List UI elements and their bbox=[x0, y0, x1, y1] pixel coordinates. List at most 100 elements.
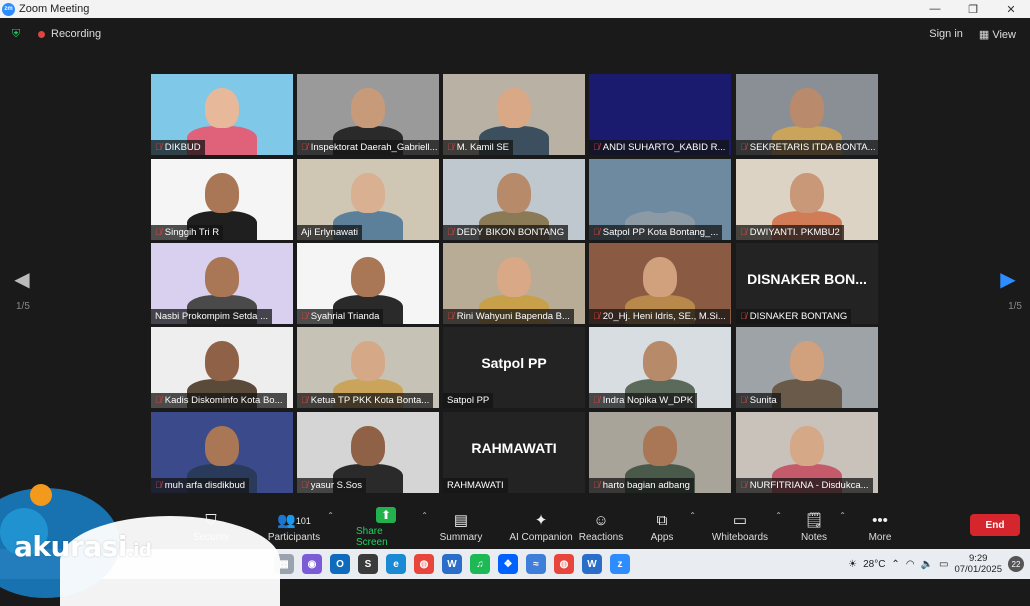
end-meeting-button[interactable]: End bbox=[970, 514, 1020, 536]
word-icon[interactable]: W bbox=[582, 554, 602, 574]
participant-tile[interactable]: 🎙̸ muh arfa disdikbud bbox=[151, 412, 293, 493]
meeting-toolbar: ⛉ Security 👥101 Participants ⌃ ⬆ Share S… bbox=[0, 505, 1030, 549]
participant-tile[interactable]: 🎙̸ Singgih Tri R bbox=[151, 159, 293, 240]
tray-chevron-icon[interactable]: ⌃ bbox=[891, 559, 899, 570]
participant-tile[interactable]: 🎙̸ Ketua TP PKK Kota Bonta... bbox=[297, 327, 439, 408]
participant-tile[interactable]: 🎙̸ DIKBUD bbox=[151, 74, 293, 155]
muted-mic-icon: 🎙̸ bbox=[740, 227, 747, 237]
meeting-top-bar: ⛨ Recording Sign in ▦ View bbox=[0, 18, 1030, 50]
participant-tile[interactable]: RAHMAWATI RAHMAWATI bbox=[443, 412, 585, 493]
participant-tile[interactable]: 🎙̸ Syahrial Trianda bbox=[297, 243, 439, 324]
chevron-up-icon[interactable]: ⌃ bbox=[775, 511, 782, 520]
participant-tile[interactable]: 🎙̸ SEKRETARIS ITDA BONTA... bbox=[736, 74, 878, 155]
whiteboards-button[interactable]: ▭ Whiteboards ⌃ bbox=[710, 505, 782, 549]
copilot-icon[interactable]: ◉ bbox=[302, 554, 322, 574]
summary-button[interactable]: ▤ Summary bbox=[438, 505, 484, 549]
participant-body bbox=[772, 379, 842, 408]
participant-head bbox=[497, 173, 531, 213]
edge-icon[interactable]: e bbox=[386, 554, 406, 574]
speaker-icon[interactable]: 🔈 bbox=[921, 559, 933, 570]
participant-name: Inspektorat Daerah_Gabriell... bbox=[310, 142, 438, 153]
participant-tile[interactable]: 🎙̸ Kadis Diskominfo Kota Bo... bbox=[151, 327, 293, 408]
participant-name: DEDY BIKON BONTANG bbox=[456, 227, 565, 238]
share-screen-icon: ⬆ bbox=[376, 506, 396, 523]
participant-tile[interactable]: 🎙̸ DEDY BIKON BONTANG bbox=[443, 159, 585, 240]
sparkle-icon: ✦ bbox=[534, 511, 548, 529]
chevron-up-icon[interactable]: ⌃ bbox=[327, 511, 334, 520]
participant-head bbox=[351, 173, 385, 213]
outlook-icon[interactable]: O bbox=[330, 554, 350, 574]
participant-name: harto bagian adbang bbox=[602, 480, 690, 491]
clock[interactable]: 9:29 07/01/2025 bbox=[954, 553, 1002, 575]
participant-name-label: 🎙̸ Inspektorat Daerah_Gabriell... bbox=[297, 140, 439, 155]
more-button[interactable]: ••• More bbox=[860, 505, 900, 549]
minimize-button[interactable]: — bbox=[916, 0, 954, 18]
participant-tile[interactable]: Aji Erlynawati bbox=[297, 159, 439, 240]
muted-mic-icon: 🎙̸ bbox=[301, 480, 308, 490]
security-button[interactable]: ⛉ Security bbox=[192, 505, 230, 549]
participant-tile[interactable]: 🎙̸ M. Kamil SE bbox=[443, 74, 585, 155]
chevron-up-icon[interactable]: ⌃ bbox=[421, 511, 428, 520]
chevron-up-icon[interactable]: ⌃ bbox=[689, 511, 696, 520]
participant-head bbox=[790, 173, 824, 213]
participant-tile[interactable]: 🎙̸ ANDI SUHARTO_KABID R... bbox=[589, 74, 731, 155]
apps-label: Apps bbox=[650, 531, 674, 543]
participant-tile[interactable]: 🎙̸ Sunita bbox=[736, 327, 878, 408]
participant-tile[interactable]: 🎙̸ 20_Hj. Heni Idris, SE., M.Si... bbox=[589, 243, 731, 324]
participant-name-label: 🎙̸ DISNAKER BONTANG bbox=[736, 309, 852, 324]
previous-page-icon[interactable]: ◀ bbox=[12, 268, 32, 292]
chevron-up-icon[interactable]: ⌃ bbox=[839, 511, 846, 520]
participant-tile[interactable]: 🎙̸ Indra Nopika W_DPK bbox=[589, 327, 731, 408]
notes-button[interactable]: 🗒 Notes ⌃ bbox=[794, 505, 846, 549]
participant-tile[interactable]: 🎙̸ Inspektorat Daerah_Gabriell... bbox=[297, 74, 439, 155]
close-button[interactable]: ✕ bbox=[992, 0, 1030, 18]
participant-name-label: 🎙̸ ANDI SUHARTO_KABID R... bbox=[589, 140, 730, 155]
participant-tile[interactable]: Nasbi Prokompim Setda ... bbox=[151, 243, 293, 324]
shield-icon[interactable]: ⛨ bbox=[10, 28, 22, 40]
participant-name: muh arfa disdikbud bbox=[164, 480, 246, 491]
wifi-icon[interactable]: ◠ bbox=[906, 559, 915, 570]
sign-in-button[interactable]: Sign in bbox=[929, 28, 963, 40]
recording-label[interactable]: Recording bbox=[51, 28, 101, 40]
view-button[interactable]: ▦ View bbox=[979, 28, 1016, 41]
participant-tile[interactable]: 🎙̸ DWIYANTI. PKMBU2 bbox=[736, 159, 878, 240]
participants-button[interactable]: 👥101 Participants ⌃ bbox=[266, 505, 334, 549]
app-icon[interactable]: ≈ bbox=[526, 554, 546, 574]
apps-button[interactable]: ⧉ Apps ⌃ bbox=[640, 505, 696, 549]
chrome-icon[interactable]: ◍ bbox=[414, 554, 434, 574]
spotify-icon[interactable]: ♫ bbox=[470, 554, 490, 574]
participant-name-label: 🎙̸ Indra Nopika W_DPK bbox=[589, 393, 698, 408]
participant-name: Nasbi Prokompim Setda ... bbox=[155, 311, 268, 322]
notification-badge[interactable]: 22 bbox=[1008, 556, 1024, 572]
participant-tile[interactable]: DISNAKER BON... 🎙̸ DISNAKER BONTANG bbox=[736, 243, 878, 324]
chrome-icon[interactable]: ◍ bbox=[554, 554, 574, 574]
page-indicator-right: 1/5 bbox=[1008, 301, 1022, 312]
reactions-button[interactable]: ☺ Reactions bbox=[578, 505, 624, 549]
ai-companion-button[interactable]: ✦ AI Companion bbox=[508, 505, 574, 549]
dropbox-icon[interactable]: ❖ bbox=[498, 554, 518, 574]
next-page-icon[interactable]: ▶ bbox=[998, 268, 1018, 292]
zoom-icon[interactable]: z bbox=[610, 554, 630, 574]
app-icon[interactable]: S bbox=[358, 554, 378, 574]
participant-name-label: 🎙̸ DWIYANTI. PKMBU2 bbox=[736, 225, 844, 240]
participant-tile[interactable]: 🎙̸ yasur S.Sos bbox=[297, 412, 439, 493]
participant-tile[interactable]: 🎙̸ Satpol PP Kota Bontang_... bbox=[589, 159, 731, 240]
participant-tile[interactable]: 🎙̸ harto bagian adbang bbox=[589, 412, 731, 493]
muted-mic-icon: 🎙̸ bbox=[447, 227, 454, 237]
task-view-icon[interactable]: ▦ bbox=[274, 554, 294, 574]
summary-icon: ▤ bbox=[453, 511, 469, 529]
participant-tile[interactable]: 🎙̸ Rini Wahyuni Bapenda B... bbox=[443, 243, 585, 324]
whiteboard-icon: ▭ bbox=[732, 511, 748, 529]
share-screen-button[interactable]: ⬆ Share Screen ⌃ bbox=[356, 505, 428, 549]
apps-icon: ⧉ bbox=[656, 511, 668, 529]
restore-button[interactable]: ❐ bbox=[954, 0, 992, 18]
participant-tile[interactable]: 🎙̸ NURFITRIANA - Disdukca... bbox=[736, 412, 878, 493]
participant-display-name: RAHMAWATI bbox=[471, 440, 557, 456]
participant-head bbox=[790, 426, 824, 466]
participant-head bbox=[790, 88, 824, 128]
participant-head bbox=[643, 257, 677, 297]
participant-tile[interactable]: Satpol PP Satpol PP bbox=[443, 327, 585, 408]
battery-icon[interactable]: ▭ bbox=[939, 559, 948, 570]
participant-name-label: 🎙̸ Rini Wahyuni Bapenda B... bbox=[443, 309, 574, 324]
word-icon[interactable]: W bbox=[442, 554, 462, 574]
